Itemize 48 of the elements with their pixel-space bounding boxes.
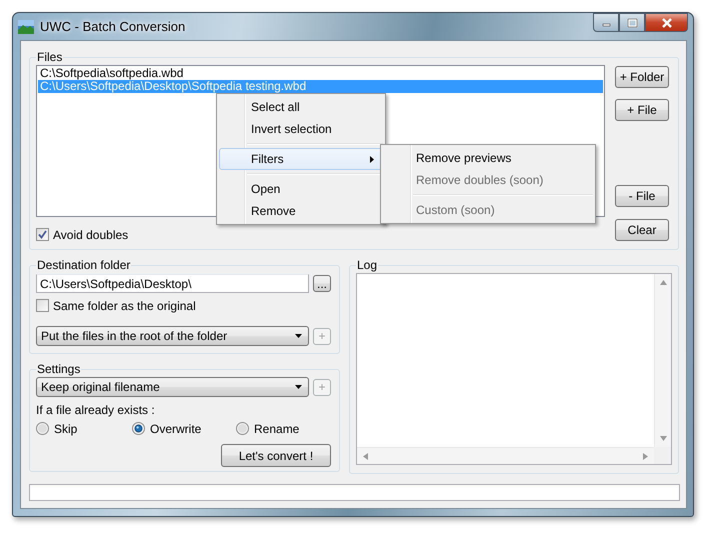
clear-button[interactable]: Clear [615,219,669,241]
maximize-button[interactable] [619,13,645,32]
radio-button[interactable] [36,422,49,435]
destination-field[interactable]: C:\Users\Softpedia\Desktop\ [36,274,309,293]
menu-item[interactable]: Open [219,178,383,200]
checkbox-label: Avoid doubles [53,228,128,242]
submenu-arrow-icon [370,156,374,162]
dropdown-arrow-icon [295,334,302,338]
group-label: Destination folder [36,258,132,272]
dropdown[interactable]: Put the files in the root of the folder [36,326,309,346]
checkbox-label: Same folder as the original [53,298,196,312]
scrollbar-corner [654,447,671,464]
dropdown-arrow-icon [295,385,302,389]
group-label: Files [36,50,64,64]
radio-label: Skip [54,422,78,436]
horizontal-scrollbar[interactable] [357,447,654,464]
add-folder-button[interactable]: + Folder [615,66,669,88]
add-file-button[interactable]: + File [615,99,669,121]
scroll-left-icon [363,452,368,460]
menu-item[interactable]: Select all [219,96,383,118]
browse-button[interactable]: ... [313,275,331,292]
checkbox[interactable] [36,228,49,241]
scroll-right-icon [643,452,648,460]
remove-file-button[interactable]: - File [615,185,669,207]
prompt-text: If a file already exists : [36,403,155,417]
checkbox[interactable] [36,299,49,312]
file-list-item[interactable]: C:\Softpedia\softpedia.wbd [38,67,603,80]
radio-button[interactable] [132,422,145,435]
menu-item[interactable]: Invert selection [219,118,383,140]
group-label: Log [356,258,378,272]
vertical-scrollbar[interactable] [654,274,671,447]
scroll-up-icon [660,280,666,285]
radio-label: Rename [254,422,300,436]
minimize-button[interactable] [593,13,619,32]
close-button[interactable] [645,13,688,32]
convert-button[interactable]: Let's convert ! [221,444,331,467]
dropdown[interactable]: Keep original filename [36,377,309,397]
scroll-down-icon [660,436,666,441]
window-title: UWC - Batch Conversion [40,19,186,34]
app-icon [18,20,34,34]
close-icon [660,18,672,28]
menu-item[interactable]: Remove [219,200,383,222]
group-label: Settings [36,362,82,376]
radio-button[interactable] [236,422,249,435]
menu-item[interactable]: Filters [219,148,383,170]
radio-label: Overwrite [150,422,202,436]
maximize-icon [626,18,638,28]
menu-item[interactable]: Remove previews [383,147,593,169]
